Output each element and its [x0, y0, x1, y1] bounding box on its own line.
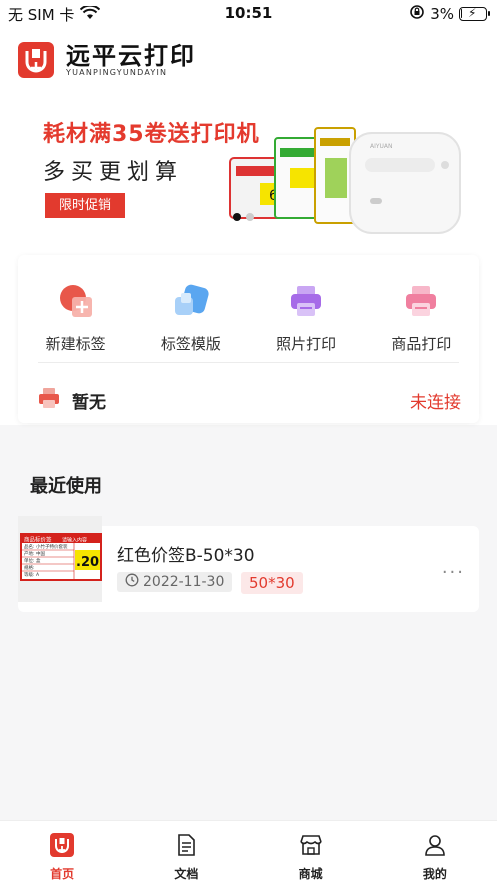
clock-icon	[125, 573, 139, 591]
new-label-label: 新建标签	[45, 335, 106, 353]
function-card: 新建标签 标签模版 照片打印 商品打印 暂无 未连接	[18, 255, 479, 423]
divider	[38, 362, 459, 363]
battery-icon: ⚡	[459, 6, 490, 21]
thumb-price: .20	[76, 555, 99, 570]
logo-title: 远平云打印	[66, 40, 196, 70]
photo-print-label: 照片打印	[276, 335, 337, 353]
battery-fill	[461, 9, 462, 18]
new-label-button[interactable]: 新建标签	[18, 283, 133, 353]
thumb-row: 单位: 盒	[24, 557, 41, 564]
thumb-row: 产地: 中国	[24, 550, 45, 557]
product-print-label: 商品打印	[391, 335, 452, 353]
app-logo-icon	[18, 42, 54, 78]
tab-home-label: 首页	[50, 867, 75, 881]
banner-subtitle: 多买更划算	[43, 160, 184, 185]
thumb-header: 商品标价签	[24, 536, 52, 544]
thumb-row: 等级: A	[24, 571, 40, 578]
label-template-button[interactable]: 标签模版	[133, 283, 248, 353]
tab-home[interactable]: 首页	[0, 821, 124, 883]
battery-percent: 3%	[430, 5, 454, 23]
product-print-button[interactable]: 商品打印	[364, 283, 479, 353]
logo-subtitle: YUANPINGYUNDAYIN	[66, 67, 168, 77]
store-icon	[299, 833, 323, 861]
thumb-row: 规格:	[24, 564, 35, 571]
new-label-icon	[58, 283, 94, 319]
size-tag: 50*30	[241, 572, 303, 594]
status-bar: 无 SIM 卡 10:51 3% ⚡	[0, 0, 497, 26]
label-template-icon	[173, 283, 209, 319]
tab-documents-label: 文档	[174, 867, 199, 881]
printer-name: 暂无	[72, 392, 106, 413]
tab-profile-label: 我的	[422, 867, 447, 881]
recent-section-title: 最近使用	[30, 476, 102, 497]
price-tag-preview: 商品标价签 请输入内容 品名: 小竹子特价套装 产地: 中国 单位: 盒 规格:…	[20, 533, 102, 581]
label-template-label: 标签模版	[160, 335, 221, 353]
thumb-header-right: 请输入内容	[62, 537, 87, 544]
banner-printer-brand: AIYUAN	[370, 143, 393, 150]
home-screen: 无 SIM 卡 10:51 3% ⚡ 远平云打印 YUANPINGYUNDAYI…	[0, 0, 497, 883]
app-header: 远平云打印 YUANPINGYUNDAYIN	[18, 40, 196, 80]
document-icon	[174, 833, 198, 861]
recent-item-date: 2022-11-30	[143, 574, 225, 590]
promo-button[interactable]: 限时促销	[45, 193, 125, 218]
tab-store-label: 商城	[298, 867, 323, 881]
photo-print-button[interactable]: 照片打印	[249, 283, 364, 353]
printer-product-image: 6 AIYUAN	[220, 118, 470, 248]
carousel-dot[interactable]	[233, 213, 241, 221]
recent-item-name: 红色价签B-50*30	[117, 546, 255, 566]
tab-profile[interactable]: 我的	[373, 821, 497, 883]
tab-documents[interactable]: 文档	[124, 821, 248, 883]
promo-banner[interactable]: 耗材满35卷送打印机 多买更划算 限时促销 6 AIYUAN	[0, 98, 497, 248]
thumb-row: 品名: 小竹子特价套装	[24, 543, 68, 550]
carousel-dot[interactable]	[246, 213, 254, 221]
connection-status[interactable]: 未连接	[410, 388, 461, 413]
printer-connection-row[interactable]: 暂无 未连接	[38, 385, 461, 415]
tab-store[interactable]: 商城	[249, 821, 373, 883]
home-icon	[50, 833, 75, 861]
date-tag: 2022-11-30	[117, 572, 233, 592]
recent-item[interactable]: 商品标价签 请输入内容 品名: 小竹子特价套装 产地: 中国 单位: 盒 规格:…	[18, 516, 479, 612]
user-icon	[423, 833, 447, 861]
rotation-lock-icon	[409, 4, 425, 24]
product-print-icon	[403, 283, 439, 319]
more-options-button[interactable]: ···	[442, 562, 465, 583]
bottom-tab-bar: 首页 文档 商城 我的	[0, 820, 497, 883]
printer-icon	[38, 387, 60, 413]
label-thumbnail: 商品标价签 请输入内容 品名: 小竹子特价套装 产地: 中国 单位: 盒 规格:…	[18, 516, 102, 602]
app-logo-text: 远平云打印 YUANPINGYUNDAYIN	[66, 40, 196, 77]
function-grid: 新建标签 标签模版 照片打印 商品打印	[18, 283, 479, 353]
carousel-indicator	[233, 213, 254, 221]
photo-print-icon	[288, 283, 324, 319]
